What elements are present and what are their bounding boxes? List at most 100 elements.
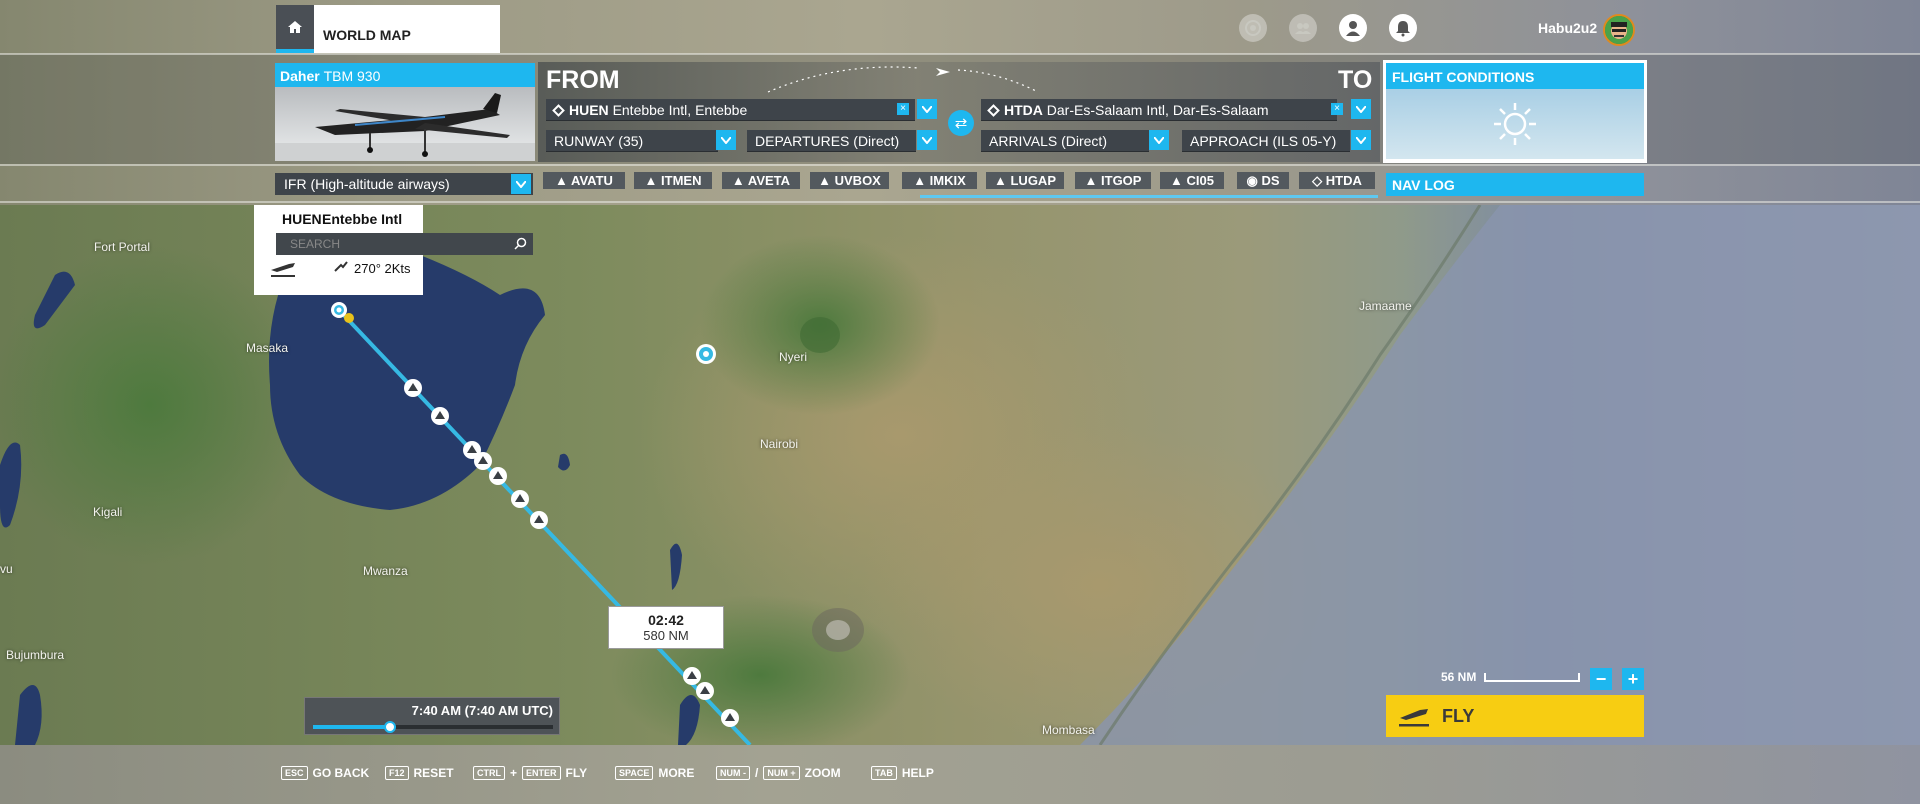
departures-dropdown-button[interactable] (917, 130, 937, 150)
waypoint-label: AVETA (747, 173, 791, 188)
group-button[interactable] (1289, 14, 1317, 42)
departure-code: HUEN (569, 102, 609, 118)
chevron-down-icon (721, 136, 731, 144)
takeoff-plane-icon (1399, 709, 1429, 727)
waypoint-icon: ▲ (731, 173, 748, 188)
departure-name: Entebbe Intl, Entebbe (612, 102, 748, 118)
route-waypoint-marker[interactable] (404, 379, 422, 397)
waypoint-item[interactable]: ▲ AVETA (722, 172, 800, 189)
airport-icon (987, 104, 1000, 117)
time-of-day-slider[interactable]: 7:40 AM (7:40 AM UTC) (304, 697, 560, 735)
clear-departure-button[interactable]: × (897, 103, 909, 115)
chevron-down-icon (1356, 105, 1366, 113)
waypoint-item[interactable]: ▲ LUGAP (986, 172, 1064, 189)
zoom-out-button[interactable]: − (1590, 668, 1612, 690)
zoom-in-button[interactable]: + (1622, 668, 1644, 690)
eta-distance: 580 NM (643, 628, 689, 643)
from-label: FROM (546, 66, 620, 94)
route-waypoint-marker[interactable] (696, 682, 714, 700)
chevron-down-icon (922, 136, 932, 144)
target-button[interactable] (1239, 14, 1267, 42)
arrival-dropdown-button[interactable] (1351, 99, 1371, 119)
waypoint-icon: ◇ (1312, 173, 1326, 188)
arrivals-dropdown-button[interactable] (1149, 130, 1169, 150)
map-label-mombasa: Mombasa (1042, 723, 1095, 737)
route-waypoint-marker[interactable] (683, 667, 701, 685)
departures-select[interactable]: DEPARTURES (Direct) (747, 130, 916, 152)
approach-dropdown-button[interactable] (1351, 130, 1371, 150)
hotkey-go-back[interactable]: ESC GO BACK (281, 766, 369, 780)
map-label-masaka: Masaka (246, 341, 289, 355)
arrival-airport-field[interactable]: HTDA Dar-Es-Salaam Intl, Dar-Es-Salaam (981, 99, 1337, 121)
waypoint-item[interactable]: ◉ DS (1237, 172, 1289, 189)
clear-arrival-button[interactable]: × (1331, 103, 1343, 115)
departure-airport-field[interactable]: HUEN Entebbe Intl, Entebbe (546, 99, 915, 121)
arrival-name: Dar-Es-Salaam Intl, Dar-Es-Salaam (1046, 102, 1269, 118)
waypoint-item[interactable]: ◇ HTDA (1299, 172, 1375, 189)
target-icon (1245, 20, 1261, 36)
hotkey-more[interactable]: SPACE MORE (615, 766, 694, 780)
slider-track (313, 725, 553, 729)
close-icon: × (1334, 103, 1340, 114)
nav-log-button[interactable]: NAV LOG (1386, 173, 1644, 196)
hotkey-label: RESET (413, 766, 454, 780)
poi-marker[interactable] (696, 344, 716, 364)
waypoint-icon: ▲ (644, 173, 662, 188)
waypoint-item[interactable]: ▲ ITMEN (634, 172, 712, 189)
runway-select[interactable]: RUNWAY (35) (546, 130, 718, 152)
waypoint-label: LUGAP (1010, 173, 1056, 188)
route-waypoint-marker[interactable] (474, 452, 492, 470)
hotkey-separator: / (755, 766, 759, 780)
approach-select[interactable]: APPROACH (ILS 05-Y) (1182, 130, 1350, 152)
tab-world-map[interactable]: WORLD MAP (314, 5, 500, 53)
runway-dropdown-button[interactable] (716, 130, 736, 150)
departure-plane-icon (271, 263, 295, 277)
waypoint-item[interactable]: ▲ AVATU (543, 172, 625, 189)
waypoint-icon: ▲ (994, 173, 1011, 188)
route-waypoint-marker[interactable] (489, 467, 507, 485)
profile-button[interactable] (1339, 14, 1367, 42)
hotkey-help[interactable]: TAB HELP (871, 766, 934, 780)
waypoint-item[interactable]: ▲ ITGOP (1075, 172, 1151, 189)
notifications-button[interactable] (1389, 14, 1417, 42)
origin-marker[interactable] (331, 302, 354, 323)
hotkey-reset[interactable]: F12 RESET (385, 766, 454, 780)
eta-time: 02:42 (648, 612, 684, 628)
hotkey-fly[interactable]: CTRL + ENTER FLY (473, 766, 587, 780)
plus-icon: + (1627, 668, 1639, 689)
search-icon (514, 237, 527, 250)
slider-thumb[interactable] (383, 721, 396, 733)
minus-icon: − (1595, 668, 1607, 689)
sun-icon (1494, 103, 1536, 145)
search-placeholder: SEARCH (290, 237, 341, 251)
aircraft-model: TBM 930 (323, 68, 381, 84)
flight-plan-type-select[interactable]: IFR (High-altitude airways) (275, 173, 533, 195)
route-waypoint-marker[interactable] (511, 490, 529, 508)
airport-card-code: HUEN (282, 211, 322, 227)
avatar[interactable] (1603, 14, 1635, 46)
key-cap: NUM - (716, 766, 750, 780)
departures-value: DEPARTURES (Direct) (755, 133, 900, 149)
flight-plan-type-value: IFR (High-altitude airways) (284, 176, 450, 192)
flight-plan-type-dropdown-button[interactable] (511, 174, 531, 194)
home-button[interactable] (276, 5, 314, 53)
route-waypoint-marker[interactable] (431, 407, 449, 425)
waypoint-item[interactable]: ▲ UVBOX (810, 172, 889, 189)
waypoint-label: ITMEN (661, 173, 702, 188)
route-waypoint-marker[interactable] (721, 709, 739, 727)
flight-conditions-card[interactable]: FLIGHT CONDITIONS (1383, 60, 1647, 163)
search-input[interactable]: SEARCH (276, 233, 533, 255)
waypoint-item[interactable]: ▲ IMKIX (902, 172, 977, 189)
hotkey-label: GO BACK (312, 766, 370, 780)
username: Habu2u2 (1538, 20, 1598, 36)
departure-dropdown-button[interactable] (917, 99, 937, 119)
arrivals-select[interactable]: ARRIVALS (Direct) (981, 130, 1149, 152)
waypoint-item[interactable]: ▲ CI05 (1160, 172, 1224, 189)
fly-button[interactable]: FLY (1386, 695, 1644, 737)
key-cap: SPACE (615, 766, 654, 780)
swap-airports-button[interactable]: ⇄ (948, 110, 974, 136)
aircraft-card[interactable]: Daher TBM 930 (275, 63, 535, 161)
hotkey-zoom[interactable]: NUM - / NUM + ZOOM (716, 766, 841, 780)
route-waypoint-marker[interactable] (530, 511, 548, 529)
waypoint-scrollbar[interactable] (920, 195, 1378, 198)
